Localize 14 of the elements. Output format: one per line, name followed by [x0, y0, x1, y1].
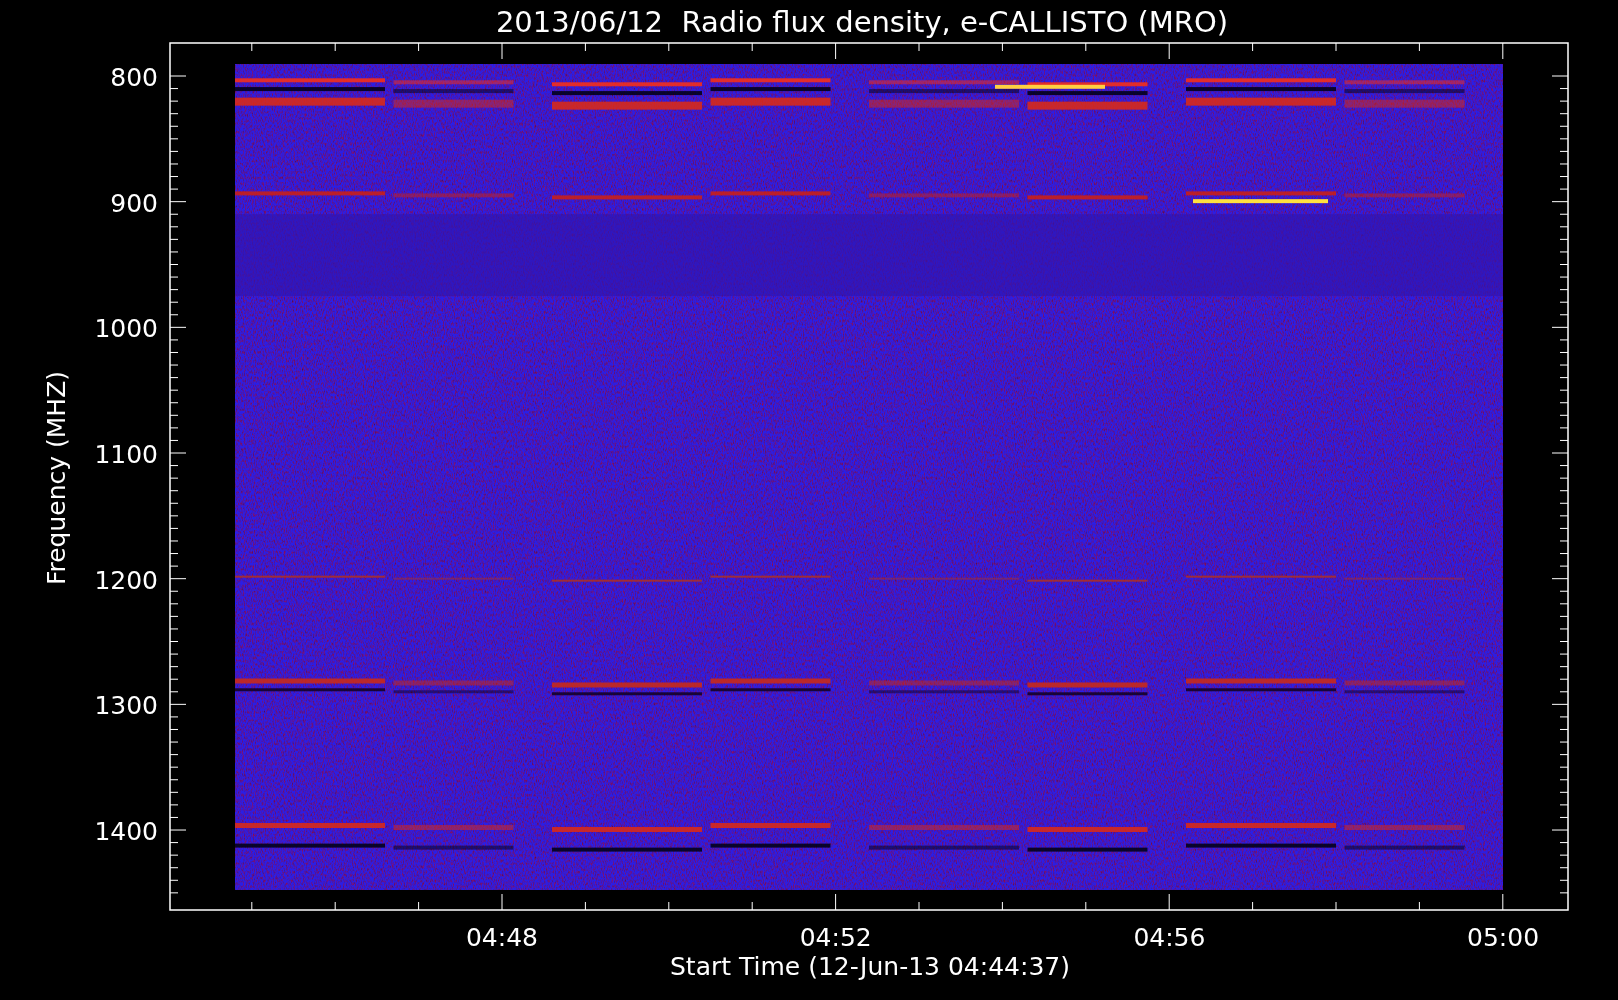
x-tick-label: 05:00 — [1467, 923, 1540, 952]
y-tick-label: 800 — [110, 63, 158, 92]
y-tick-label: 1000 — [94, 314, 158, 344]
y-tick-label: 1200 — [94, 565, 158, 595]
x-axis-label: Start Time (12-Jun-13 04:44:37) — [670, 952, 1070, 981]
chart-title: 2013/06/12 Radio flux density, e-CALLISTO (MRO) — [495, 5, 1229, 39]
y-tick-label: 1300 — [94, 691, 158, 721]
y-tick-label: 900 — [110, 188, 158, 218]
y-tick-label: 1400 — [94, 817, 158, 846]
x-tick-label: 04:48 — [466, 923, 538, 952]
x-tick-label: 04:56 — [1133, 923, 1206, 952]
y-axis-label: Frequency (MHZ) — [42, 370, 71, 586]
x-tick-label: 04:52 — [799, 923, 872, 952]
y-tick-label: 1100 — [94, 440, 158, 469]
